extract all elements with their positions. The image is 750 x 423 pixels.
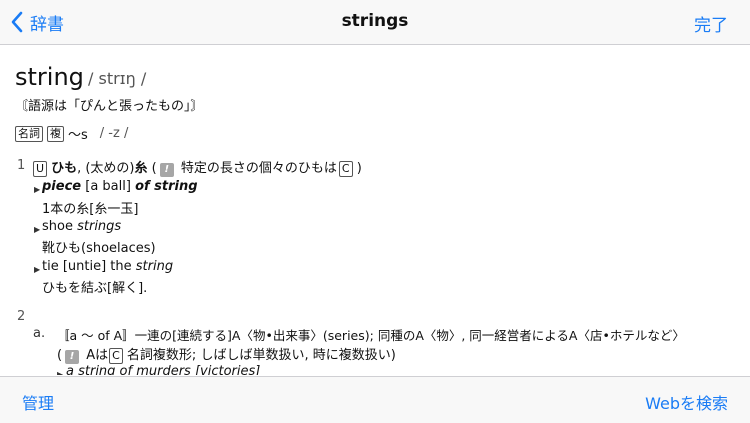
countable-badge: C bbox=[338, 161, 353, 177]
done-button[interactable]: 完了 bbox=[694, 11, 728, 36]
noun-badge: 名詞 bbox=[15, 125, 43, 142]
example-keyword: string bbox=[135, 259, 174, 274]
example-japanese: 靴ひも(shoelaces) bbox=[42, 241, 156, 256]
example-english: piece [a ball] of string bbox=[42, 179, 198, 194]
navigation-bar: 辞書 strings 完了 bbox=[0, 0, 750, 45]
uncountable-badge: U bbox=[33, 161, 48, 177]
example-bullet-icon: ▶ bbox=[34, 185, 41, 194]
page-title: strings bbox=[341, 11, 409, 31]
example-keyword: piece bbox=[42, 179, 82, 194]
example-english: shoe strings bbox=[42, 219, 121, 234]
example-alt: [a ball] bbox=[81, 179, 136, 194]
sense-number: 1 bbox=[17, 158, 26, 173]
note-icon: ! bbox=[159, 163, 174, 177]
sense-2-definition: 〚a 〜 of A〛一連の[連続する]A〈物•出来事〉(series); 同種の… bbox=[57, 328, 685, 343]
example-bullet-icon: ▶ bbox=[57, 370, 64, 375]
plural-form: 〜s bbox=[68, 128, 88, 143]
note-text: Aは bbox=[82, 348, 109, 363]
search-web-button[interactable]: Webを検索 bbox=[645, 390, 728, 414]
sense-1-definition: U ひも, (太めの)糸 (! 特定の長さの個々のひもは C ) bbox=[33, 157, 362, 177]
example-bullet-icon: ▶ bbox=[34, 265, 41, 274]
pronunciation: / strɪŋ / bbox=[88, 69, 147, 88]
dictionary-entry[interactable]: string / strɪŋ / 〘語源は「ぴんと張ったもの」〙 名詞 複 〜s… bbox=[0, 45, 750, 375]
gloss-bold: ひも bbox=[51, 161, 78, 176]
etymology: 〘語源は「ぴんと張ったもの」〙 bbox=[15, 99, 204, 114]
note-open: ( bbox=[57, 348, 63, 363]
plural-pronunciation: / -z / bbox=[99, 126, 129, 141]
gloss-text: , (太めの) bbox=[77, 161, 135, 176]
bottom-toolbar: 管理 Webを検索 bbox=[0, 376, 750, 423]
note-icon: ! bbox=[65, 350, 80, 364]
countable-badge: C bbox=[109, 348, 123, 364]
example-keyword-2: of string bbox=[135, 179, 198, 194]
note-open: ( bbox=[147, 161, 157, 176]
example-japanese: 1本の糸[糸一玉] bbox=[42, 202, 139, 217]
subsense-label: a. bbox=[33, 326, 46, 341]
example-english: a string of murders [victories] bbox=[66, 364, 261, 375]
example-keyword: strings bbox=[77, 219, 122, 234]
note-close: ) bbox=[352, 161, 362, 176]
headword: string bbox=[15, 63, 84, 91]
example-bullet-icon: ▶ bbox=[34, 225, 41, 234]
example-english: tie [untie] the string bbox=[42, 259, 173, 274]
part-of-speech-row: 名詞 複 〜s / -z / bbox=[15, 124, 128, 143]
sense-2-note: (! Aは C 名詞複数形; しばしば単数扱い, 時に複数扱い) bbox=[57, 344, 396, 364]
note-text: 特定の長さの個々のひもは bbox=[176, 161, 337, 176]
sense-number: 2 bbox=[17, 309, 26, 324]
example-text: tie [untie] the bbox=[42, 259, 136, 274]
example-text: shoe bbox=[42, 219, 78, 234]
gloss-bold-2: 糸 bbox=[134, 161, 148, 176]
manage-button[interactable]: 管理 bbox=[22, 390, 54, 414]
example-japanese: ひもを結ぶ[解く]. bbox=[42, 281, 148, 296]
note-text-2: 名詞複数形; しばしば単数扱い, 時に複数扱い) bbox=[122, 348, 396, 363]
plural-badge: 複 bbox=[47, 125, 64, 142]
